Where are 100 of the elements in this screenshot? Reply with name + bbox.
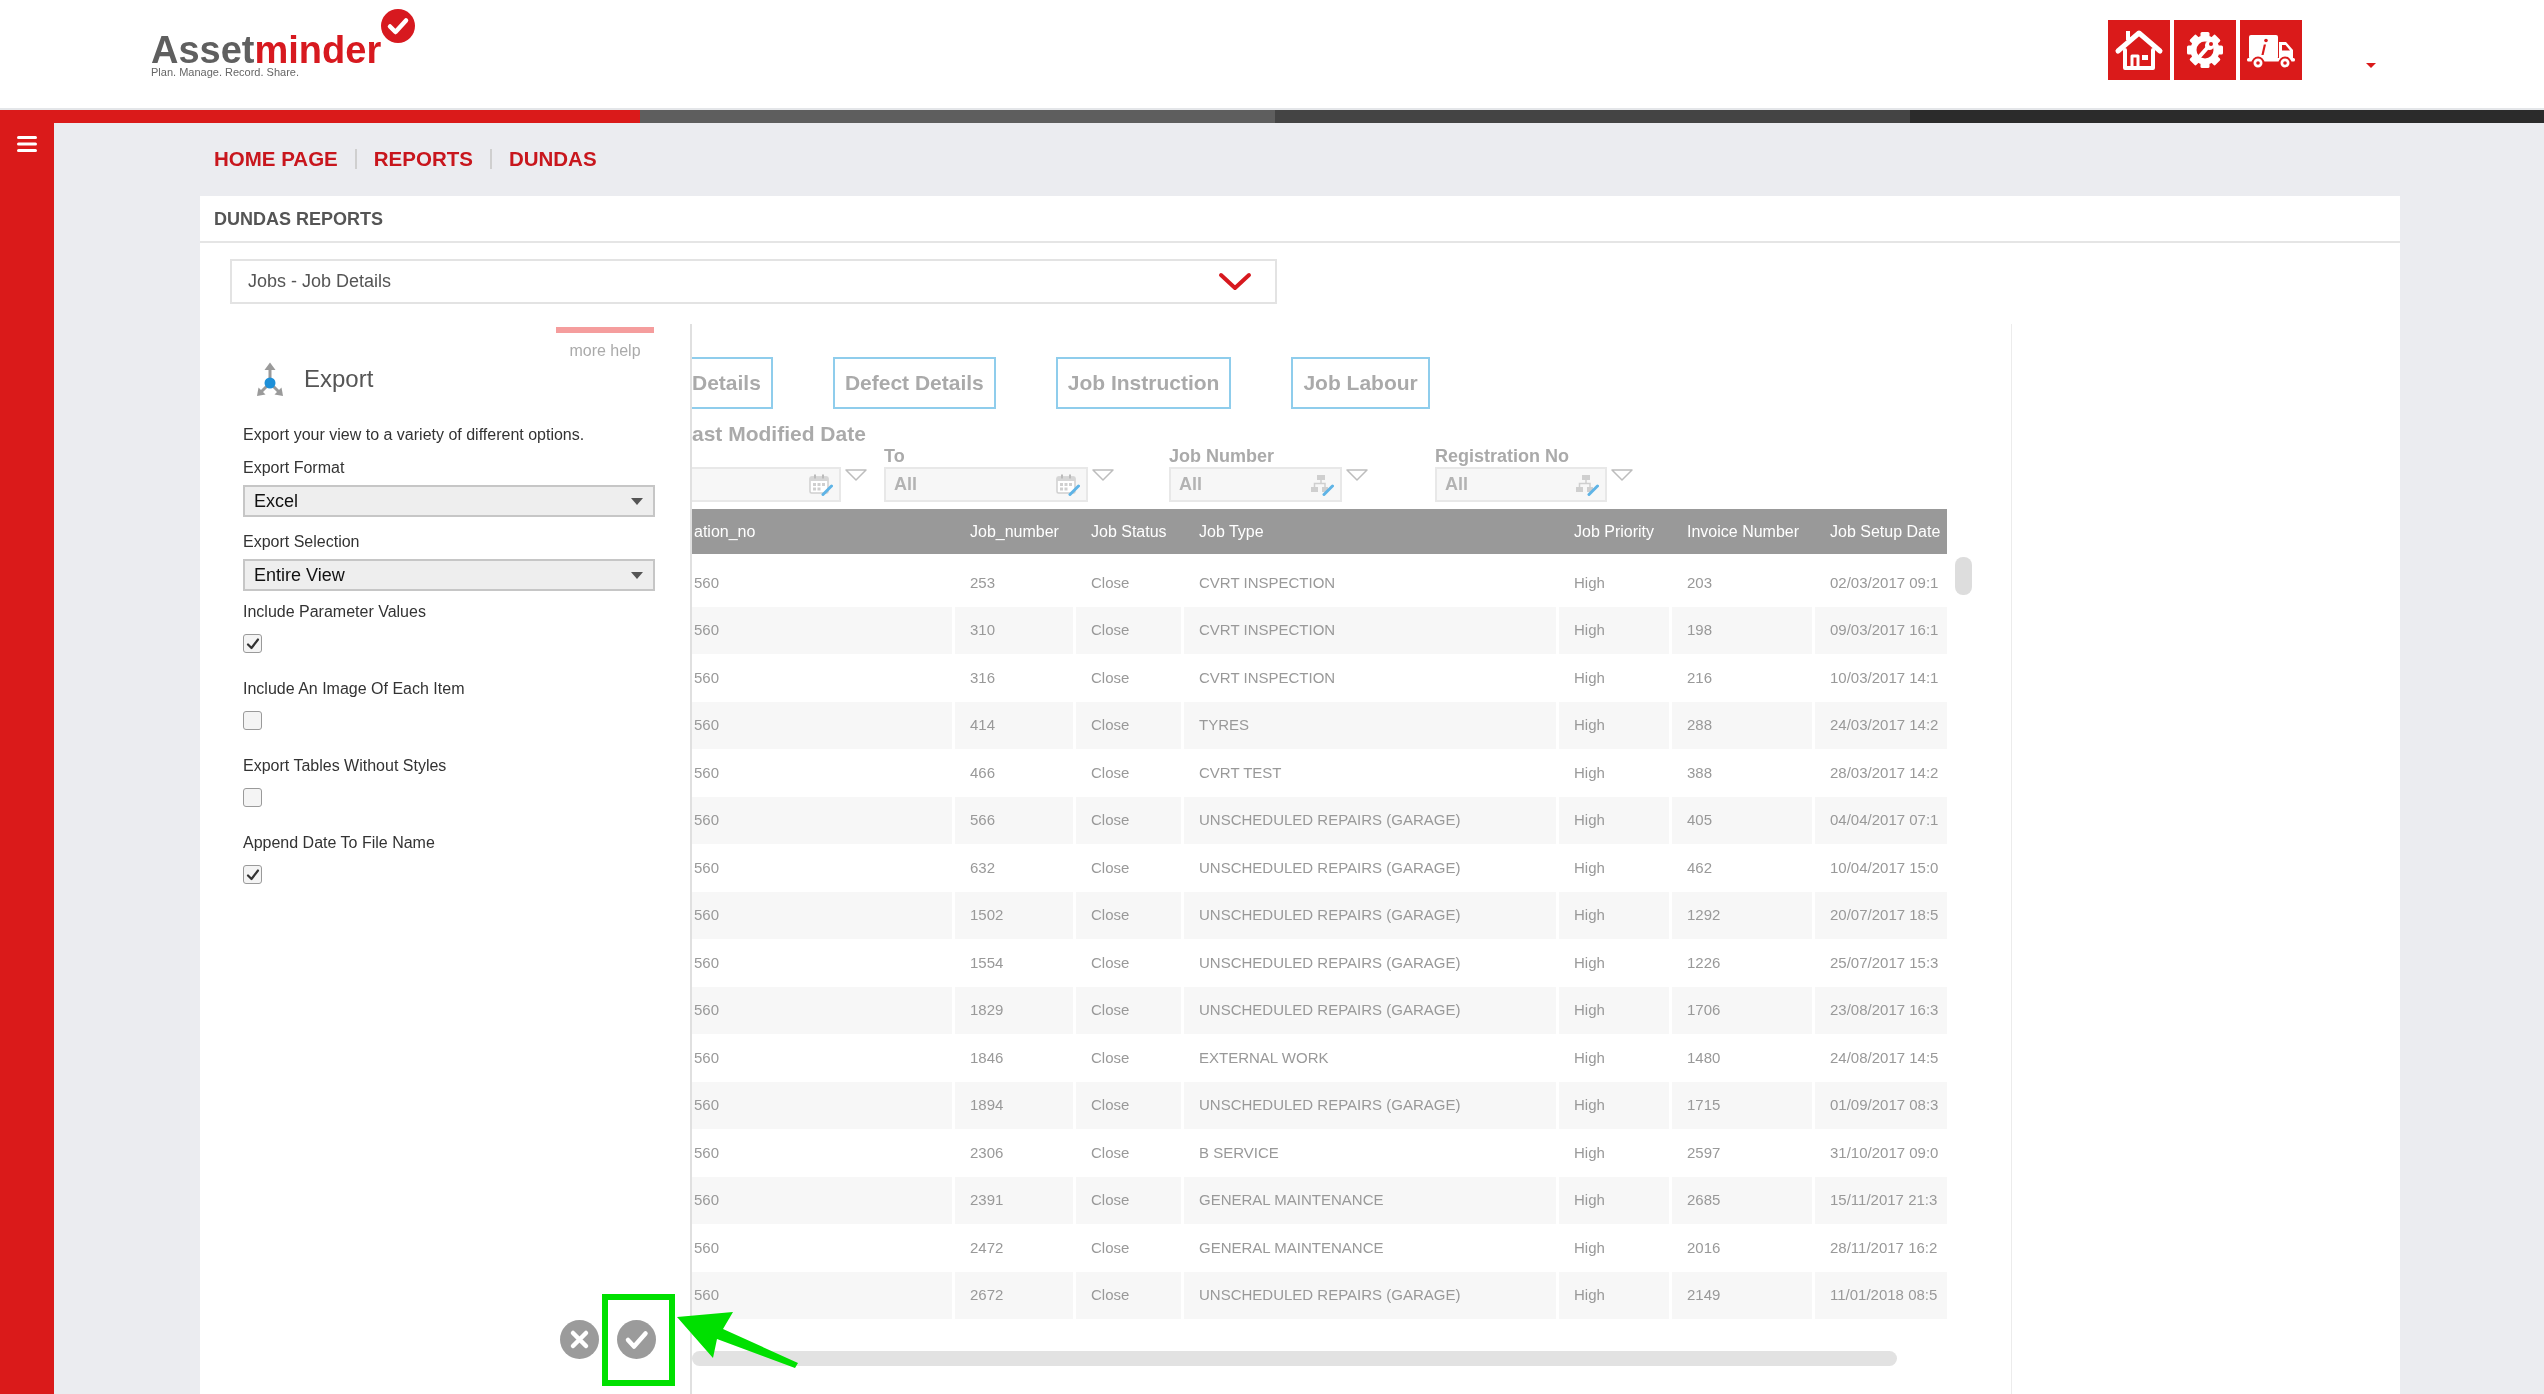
table-cell: 24/03/2017 14:2 [1815,701,1947,749]
column-header: Job_number [955,509,1076,554]
filter-heading: ast Modified Date [692,422,867,446]
vertical-scrollbar[interactable] [1955,557,1972,595]
caret-icon [631,571,643,579]
house-icon[interactable] [2108,20,2170,80]
field-label: Export Format [243,458,346,478]
checkbox[interactable] [243,788,262,807]
table-cell: 405 [1672,796,1815,844]
tick-icon[interactable] [617,1320,656,1359]
breadcrumb-link[interactable]: REPORTS [373,147,473,171]
breadcrumb-link[interactable]: HOME PAGE [214,147,338,171]
table-cell: UNSCHEDULED REPAIRS (GARAGE) [1184,986,1559,1034]
filter-label: Registration No [1435,446,1570,466]
field-label: Include An Image Of Each Item [243,679,466,699]
table-cell: 2149 [1672,1271,1815,1319]
table-cell: 560 [692,1176,955,1224]
table-cell: Close [1076,1176,1184,1224]
table-cell: TYRES [1184,701,1559,749]
table-cell: GENERAL MAINTENANCE [1184,1176,1559,1224]
gear-icon[interactable] [2174,20,2236,80]
truck-icon[interactable] [2240,20,2302,80]
table-cell: Close [1076,1271,1184,1319]
table-cell: 414 [955,701,1076,749]
help-link[interactable]: more help [569,343,641,359]
calendar-icon [1056,473,1080,496]
table-cell: 560 [692,796,955,844]
table-cell: UNSCHEDULED REPAIRS (GARAGE) [1184,1271,1559,1319]
caret-icon[interactable] [2366,63,2376,68]
table-cell: 1894 [955,1081,1076,1129]
field-label: Append Date To File Name [243,833,436,853]
table-cell: Close [1076,606,1184,654]
table-cell: 566 [955,796,1076,844]
table-cell: 11/01/2018 08:5 [1815,1271,1947,1319]
table-cell: High [1559,1271,1672,1319]
table-cell: Close [1076,701,1184,749]
horizontal-scrollbar[interactable] [692,1351,1897,1366]
table-cell: 560 [692,606,955,654]
filter-field[interactable]: All [1435,467,1607,502]
table-cell: UNSCHEDULED REPAIRS (GARAGE) [1184,796,1559,844]
table-cell: CVRT INSPECTION [1184,606,1559,654]
table-cell: 2672 [955,1271,1076,1319]
table-cell: 1715 [1672,1081,1815,1129]
table-cell: 560 [692,1271,955,1319]
select-field[interactable]: Excel [243,485,655,517]
table-cell: 1292 [1672,891,1815,939]
field-label: Export Tables Without Styles [243,756,448,776]
date-field[interactable]: All [884,467,1088,502]
table-cell: 560 [692,986,955,1034]
checkbox[interactable] [243,865,262,884]
calendar-icon [809,473,833,496]
column-header: Job Setup Date [1815,509,1947,554]
description-text: Export your view to a variety of different options. [243,425,586,445]
hierarchy-icon [1310,473,1334,496]
table-cell: UNSCHEDULED REPAIRS (GARAGE) [1184,891,1559,939]
triangle-icon[interactable] [1092,469,1114,481]
arrows-out-icon [256,361,284,397]
table-cell: 198 [1672,606,1815,654]
report-dropdown[interactable]: Jobs - Job Details [230,259,1277,304]
filter-field[interactable]: All [1169,467,1342,502]
tab[interactable]: Details [692,357,773,409]
tab[interactable]: Defect Details [832,357,996,409]
panel-title: Export [304,364,374,394]
table-cell: High [1559,701,1672,749]
table-cell: High [1559,1176,1672,1224]
column-header: ation_no [692,509,955,554]
filter-label: Job Number [1169,446,1275,466]
triangle-icon[interactable] [1611,469,1633,481]
menu-icon[interactable] [17,136,37,152]
column-header: Job Priority [1559,509,1672,554]
checkbox[interactable] [243,711,262,730]
table-cell: 1502 [955,891,1076,939]
table-cell: 09/03/2017 16:1 [1815,606,1947,654]
triangle-icon[interactable] [845,469,867,481]
table-cell: 1706 [1672,986,1815,1034]
hierarchy-icon [1575,473,1599,496]
table-cell: 1829 [955,986,1076,1034]
select-field[interactable]: Entire View [243,559,655,591]
table-cell: UNSCHEDULED REPAIRS (GARAGE) [1184,1081,1559,1129]
column-header: Job Status [1076,509,1184,554]
chevron-down-icon [1218,271,1252,292]
card-title: DUNDAS REPORTS [214,208,384,231]
table-cell: 04/04/2017 07:1 [1815,796,1947,844]
table-cell: 2391 [955,1176,1076,1224]
date-field[interactable] [692,467,841,502]
column-header: Invoice Number [1672,509,1815,554]
checkbox[interactable] [243,634,262,653]
column-header: Job Type [1184,509,1559,554]
tab[interactable]: Job Instruction [1055,357,1232,409]
table-cell: Close [1076,796,1184,844]
table-cell: 288 [1672,701,1815,749]
table-cell: High [1559,891,1672,939]
table-cell: High [1559,1081,1672,1129]
table-cell: 23/08/2017 16:3 [1815,986,1947,1034]
tab[interactable]: Job Labour [1291,357,1430,409]
logo-tagline: Plan. Manage. Record. Share. [151,66,300,78]
table-cell: 560 [692,891,955,939]
breadcrumb-link[interactable]: DUNDAS [508,147,597,171]
triangle-icon[interactable] [1346,469,1368,481]
close-icon[interactable] [560,1320,599,1359]
